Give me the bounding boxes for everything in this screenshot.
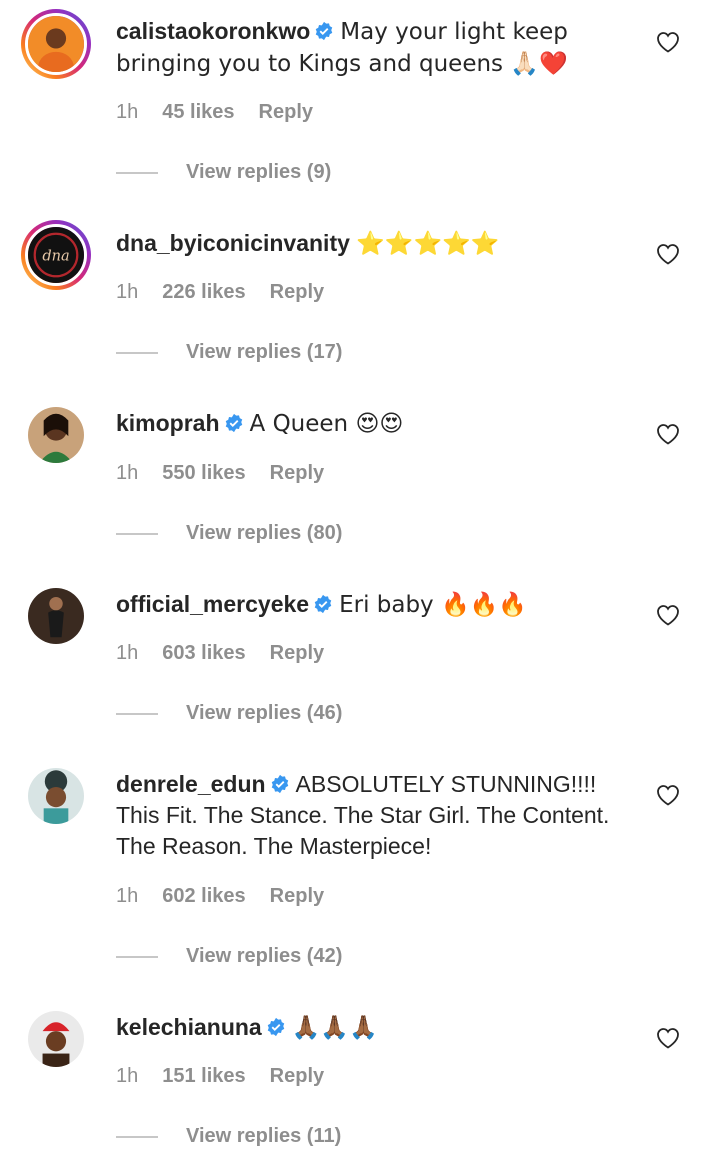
heart-outline-icon[interactable] [656, 1027, 680, 1049]
reply-button[interactable]: Reply [259, 101, 313, 123]
like-count[interactable]: 602 likes [162, 885, 245, 907]
comment-meta: 1h 550 likes Reply [116, 462, 348, 485]
comment-body: kimoprah A Queen 😍😍 [116, 408, 636, 440]
view-replies-label: View replies (42) [186, 945, 343, 967]
avatar[interactable] [21, 9, 91, 79]
svg-text:dna: dna [42, 248, 69, 265]
timestamp: 1h [116, 1065, 139, 1087]
like-count[interactable]: 550 likes [162, 462, 245, 484]
view-replies-button[interactable]: View replies (9) [116, 161, 331, 184]
verified-badge-icon [267, 1017, 284, 1037]
comment-body: calistaokoronkwo May your light keep brin… [116, 16, 636, 80]
like-count[interactable]: 603 likes [162, 642, 245, 664]
view-replies-label: View replies (11) [186, 1125, 342, 1147]
comment-body: official_mercyeke Eri baby 🔥🔥🔥 [116, 589, 636, 621]
view-replies-button[interactable]: View replies (46) [116, 702, 342, 725]
divider-line [116, 171, 158, 174]
comment-text: A Queen 😍😍 [249, 411, 404, 437]
verified-badge-icon [271, 774, 288, 794]
username[interactable]: calistaokoronkwo [116, 18, 310, 44]
comment-meta: 1h 603 likes Reply [116, 642, 348, 665]
view-replies-button[interactable]: View replies (17) [116, 341, 342, 364]
username[interactable]: dna_byiconicinvanity [116, 230, 350, 256]
timestamp: 1h [116, 462, 139, 484]
avatar[interactable] [28, 407, 84, 463]
username[interactable]: kimoprah [116, 410, 220, 436]
reply-button[interactable]: Reply [270, 462, 324, 484]
view-replies-label: View replies (9) [186, 161, 332, 183]
divider-line [116, 1135, 158, 1138]
heart-outline-icon[interactable] [656, 423, 680, 445]
timestamp: 1h [116, 101, 139, 123]
view-replies-button[interactable]: View replies (42) [116, 945, 342, 968]
avatar[interactable] [28, 768, 84, 824]
comment-meta: 1h 45 likes Reply [116, 101, 337, 124]
heart-outline-icon[interactable] [656, 784, 680, 806]
timestamp: 1h [116, 281, 139, 303]
comment-text: 🙏🏾🙏🏾🙏🏾 [291, 1015, 378, 1041]
divider-line [116, 532, 158, 535]
heart-outline-icon[interactable] [656, 243, 680, 265]
like-count[interactable]: 45 likes [162, 101, 234, 123]
view-replies-button[interactable]: View replies (80) [116, 522, 342, 545]
like-count[interactable]: 226 likes [162, 281, 245, 303]
comment-text: Eri baby 🔥🔥🔥 [339, 592, 527, 618]
comment-body: denrele_edun ABSOLUTELY STUNNING!!!! This… [116, 769, 636, 862]
view-replies-label: View replies (80) [186, 522, 343, 544]
username[interactable]: kelechianuna [116, 1014, 262, 1040]
view-replies-label: View replies (46) [186, 702, 343, 724]
divider-line [116, 955, 158, 958]
timestamp: 1h [116, 642, 139, 664]
avatar[interactable]: dna [21, 220, 91, 290]
view-replies-label: View replies (17) [186, 341, 343, 363]
reply-button[interactable]: Reply [270, 885, 324, 907]
comment-text: ⭐⭐⭐⭐⭐ [356, 231, 500, 257]
username[interactable]: denrele_edun [116, 771, 266, 797]
like-count[interactable]: 151 likes [162, 1065, 245, 1087]
username[interactable]: official_mercyeke [116, 591, 309, 617]
comment-meta: 1h 226 likes Reply [116, 281, 348, 304]
heart-outline-icon[interactable] [656, 604, 680, 626]
divider-line [116, 351, 158, 354]
comment-body: kelechianuna 🙏🏾🙏🏾🙏🏾 [116, 1012, 636, 1044]
divider-line [116, 712, 158, 715]
heart-outline-icon[interactable] [656, 31, 680, 53]
comment-meta: 1h 602 likes Reply [116, 885, 348, 908]
view-replies-button[interactable]: View replies (11) [116, 1125, 341, 1148]
verified-badge-icon [314, 594, 332, 614]
comment-meta: 1h 151 likes Reply [116, 1065, 348, 1088]
reply-button[interactable]: Reply [270, 281, 324, 303]
avatar[interactable] [28, 588, 84, 644]
avatar[interactable] [28, 1011, 84, 1067]
comment-body: dna_byiconicinvanity ⭐⭐⭐⭐⭐ [116, 228, 636, 260]
verified-badge-icon [225, 413, 242, 433]
timestamp: 1h [116, 885, 139, 907]
verified-badge-icon [316, 21, 333, 41]
reply-button[interactable]: Reply [270, 642, 324, 664]
reply-button[interactable]: Reply [270, 1065, 324, 1087]
